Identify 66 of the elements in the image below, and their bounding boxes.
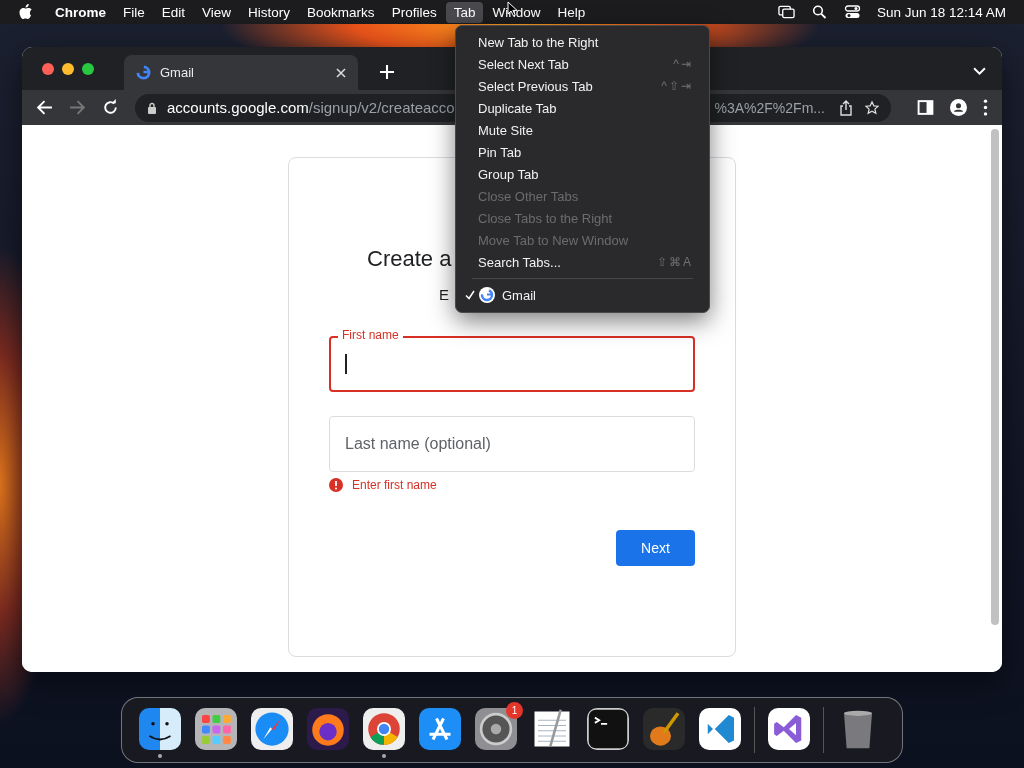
finder-app-icon[interactable]	[139, 708, 181, 750]
error-message: Enter first name	[352, 478, 437, 492]
firefox-app-icon[interactable]	[307, 708, 349, 750]
menu-item[interactable]: Duplicate Tab	[462, 97, 703, 119]
tab-title: Gmail	[160, 65, 195, 80]
safari-app-icon[interactable]	[251, 708, 293, 750]
more-menu-icon[interactable]	[983, 99, 988, 116]
settings-app-icon[interactable]	[475, 708, 517, 750]
menu-item[interactable]: Gmail	[502, 287, 536, 303]
menu-bar-clock[interactable]: Sun Jun 18 12:14 AM	[876, 4, 1006, 20]
menu-item[interactable]: New Tab to the Right	[462, 31, 703, 53]
url-path: %3A%2F%2Fm...	[714, 99, 825, 116]
menu-item[interactable]: Mute Site	[462, 119, 703, 141]
zoom-window-button[interactable]	[82, 62, 94, 75]
text-field[interactable]: Last name (optional)	[329, 416, 695, 472]
minimize-window-button[interactable]	[62, 62, 74, 75]
text-cursor	[345, 354, 347, 374]
keyboard-shortcut: ^⇥	[673, 57, 693, 71]
vscode-app-icon[interactable]	[699, 708, 741, 750]
menu-bar-item[interactable]: Help	[549, 1, 594, 23]
url-host: accounts.google.com	[167, 99, 309, 116]
menu-bar-item[interactable]: Edit	[153, 1, 194, 23]
page-subtitle: E	[439, 286, 449, 303]
side-panel-icon[interactable]	[917, 99, 934, 116]
field-placeholder: Last name (optional)	[345, 435, 491, 453]
menu-item[interactable]: Pin Tab	[462, 141, 703, 163]
screen-mirroring-icon[interactable]	[777, 5, 795, 19]
keyboard-shortcut: ^⇧⇥	[661, 79, 693, 93]
close-window-button[interactable]	[42, 62, 54, 75]
scrollbar[interactable]	[991, 129, 999, 625]
url-path: /signup/v2/createacco	[308, 99, 455, 116]
chrome-app-icon[interactable]	[363, 708, 405, 750]
garageband-app-icon[interactable]	[643, 708, 685, 750]
notification-badge: 1	[506, 702, 523, 719]
menu-bar-item[interactable]: Chrome	[47, 1, 114, 23]
search-icon[interactable]	[810, 5, 828, 19]
error-icon	[329, 478, 343, 492]
menu-bar-item[interactable]: Bookmarks	[299, 1, 383, 23]
page-title: Create a	[367, 246, 452, 271]
appstore-app-icon[interactable]	[419, 708, 461, 750]
menu-bar-item[interactable]: History	[240, 1, 299, 23]
menu-item[interactable]: Select Next Tab ^⇥	[462, 53, 703, 75]
reload-icon[interactable]	[102, 99, 119, 116]
visualstudio-app-icon[interactable]	[768, 708, 810, 750]
close-icon[interactable]	[336, 67, 346, 78]
share-icon[interactable]	[839, 99, 853, 116]
menu-bar-item[interactable]: Profiles	[383, 1, 445, 23]
menu-bar-item[interactable]: Tab	[445, 1, 484, 23]
star-icon[interactable]	[865, 99, 879, 116]
new-tab-icon[interactable]	[380, 65, 394, 79]
apple-logo-icon[interactable]	[18, 4, 33, 20]
menu-item[interactable]: Search Tabs... ⇧⌘A	[462, 251, 703, 273]
menu-bar-item[interactable]: View	[194, 1, 240, 23]
forward-arrow-icon[interactable]	[69, 99, 86, 116]
lock-icon	[147, 101, 157, 114]
next-button[interactable]: Next	[616, 530, 695, 566]
profile-icon[interactable]	[950, 99, 967, 116]
menu-bar-item[interactable]: File	[115, 1, 153, 23]
chevron-down-icon[interactable]	[973, 67, 986, 76]
menu-item[interactable]: Group Tab	[462, 163, 703, 185]
back-arrow-icon[interactable]	[36, 99, 53, 116]
launchpad-app-icon[interactable]	[195, 708, 237, 750]
keyboard-shortcut: ⇧⌘A	[657, 255, 693, 269]
control-center-icon[interactable]	[843, 5, 861, 19]
browser-tab[interactable]: Gmail	[124, 55, 358, 90]
terminal-app-icon[interactable]	[587, 708, 629, 750]
